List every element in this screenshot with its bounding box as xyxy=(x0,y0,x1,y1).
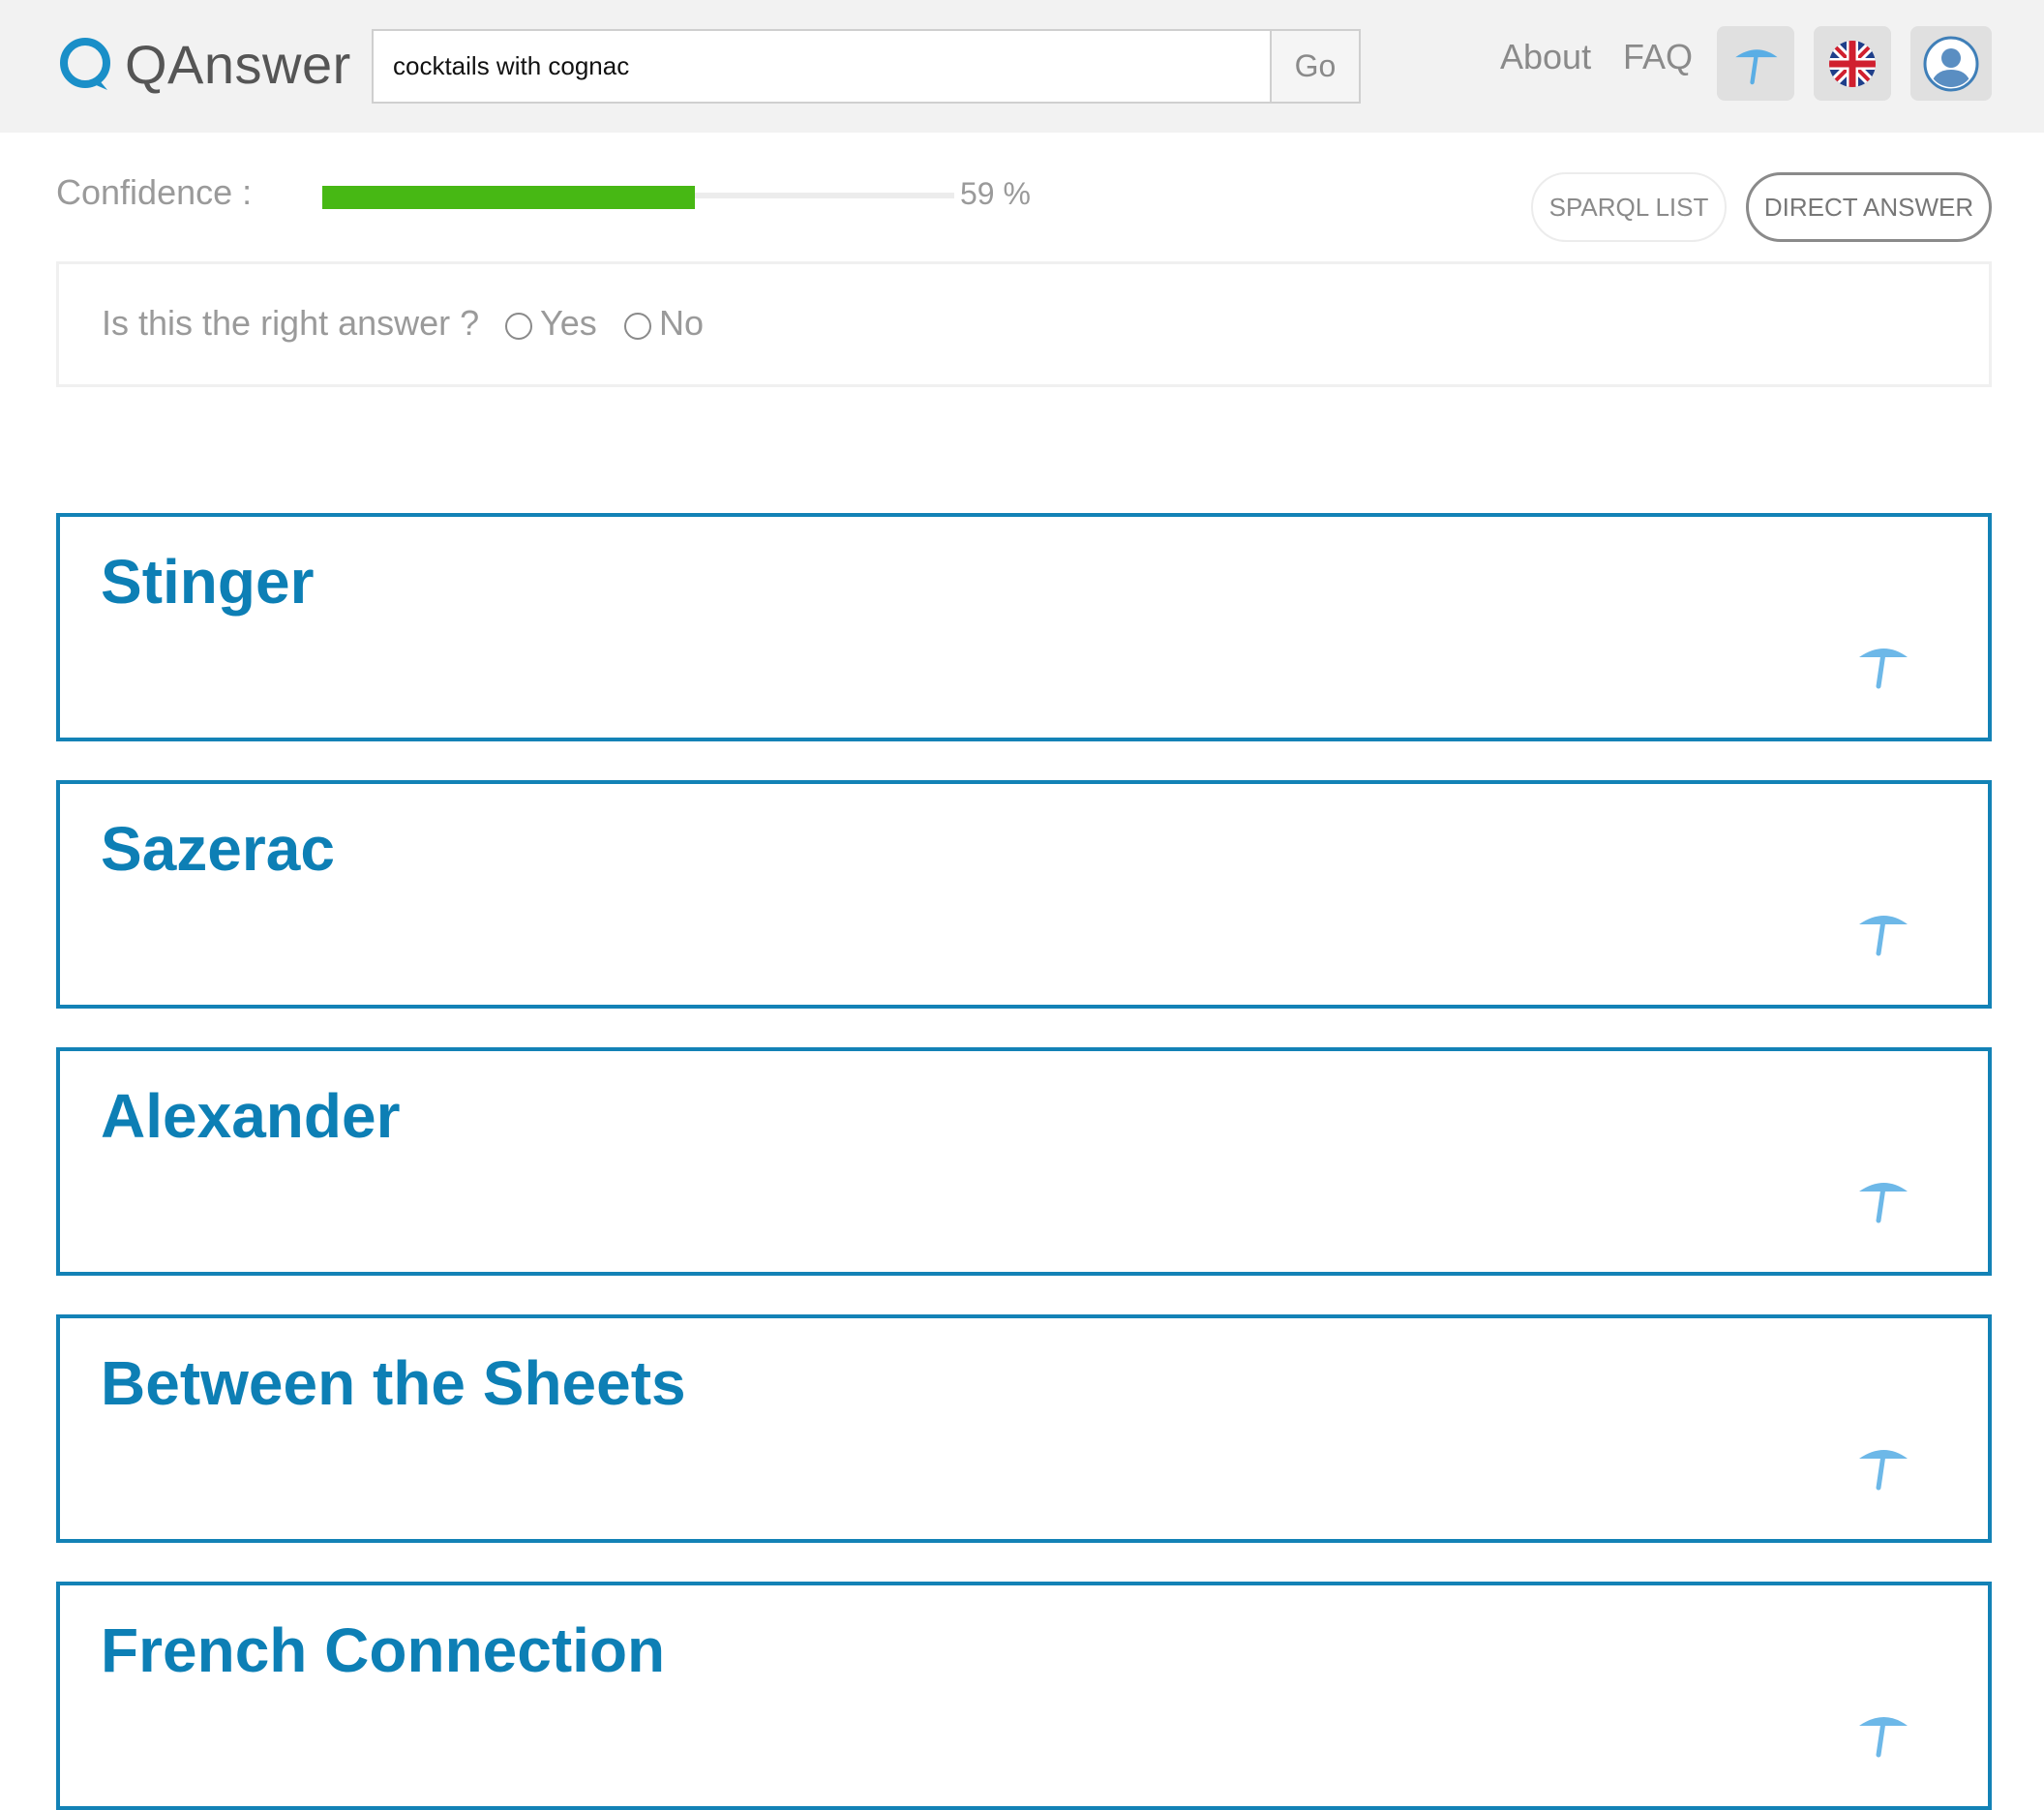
qanswer-logo[interactable]: QAnswer xyxy=(55,29,351,99)
result-card[interactable]: Alexander xyxy=(56,1047,1992,1276)
feedback-question: Is this the right answer ? xyxy=(102,303,480,343)
confidence-bar-fill xyxy=(322,186,695,209)
header-bar: QAnswer Go About FAQ xyxy=(0,0,2044,133)
language-button[interactable] xyxy=(1814,26,1891,101)
confidence-label: Confidence : xyxy=(56,172,253,212)
feedback-panel: Is this the right answer ? Yes No xyxy=(56,261,1992,387)
logo-q-icon xyxy=(60,38,110,90)
result-card[interactable]: Stinger xyxy=(56,513,1992,741)
result-card[interactable]: French Connection xyxy=(56,1582,1992,1810)
umbrella-icon xyxy=(1859,1450,1908,1491)
umbrella-icon xyxy=(1735,48,1778,84)
feedback-no-radio[interactable] xyxy=(624,313,651,340)
logo-text: QAnswer xyxy=(125,33,351,95)
feedback-no-label[interactable]: No xyxy=(659,303,704,344)
uk-flag-icon xyxy=(1829,40,1876,87)
result-title[interactable]: Stinger xyxy=(101,546,314,618)
umbrella-icon xyxy=(1859,1717,1908,1758)
user-account-button[interactable] xyxy=(1910,26,1992,101)
feedback-yes-label[interactable]: Yes xyxy=(540,303,597,344)
result-title[interactable]: Alexander xyxy=(101,1080,400,1152)
user-avatar-icon xyxy=(1923,36,1979,91)
umbrella-icon xyxy=(1859,916,1908,956)
go-button[interactable]: Go xyxy=(1270,29,1361,104)
result-title[interactable]: Sazerac xyxy=(101,813,335,885)
nav-about-link[interactable]: About xyxy=(1500,37,1591,77)
umbrella-icon xyxy=(1859,649,1908,689)
result-card[interactable]: Sazerac xyxy=(56,780,1992,1009)
umbrella-button[interactable] xyxy=(1717,26,1794,101)
result-title[interactable]: French Connection xyxy=(101,1614,665,1686)
feedback-yes-radio[interactable] xyxy=(505,313,532,340)
search-input[interactable] xyxy=(372,29,1271,104)
result-card[interactable]: Between the Sheets xyxy=(56,1314,1992,1543)
sparql-list-button[interactable]: SPARQL LIST xyxy=(1531,172,1727,242)
nav-faq-link[interactable]: FAQ xyxy=(1623,37,1693,77)
umbrella-icon xyxy=(1859,1183,1908,1223)
direct-answer-button[interactable]: DIRECT ANSWER xyxy=(1746,172,1992,242)
result-title[interactable]: Between the Sheets xyxy=(101,1347,686,1419)
confidence-value: 59 % xyxy=(960,176,1031,211)
